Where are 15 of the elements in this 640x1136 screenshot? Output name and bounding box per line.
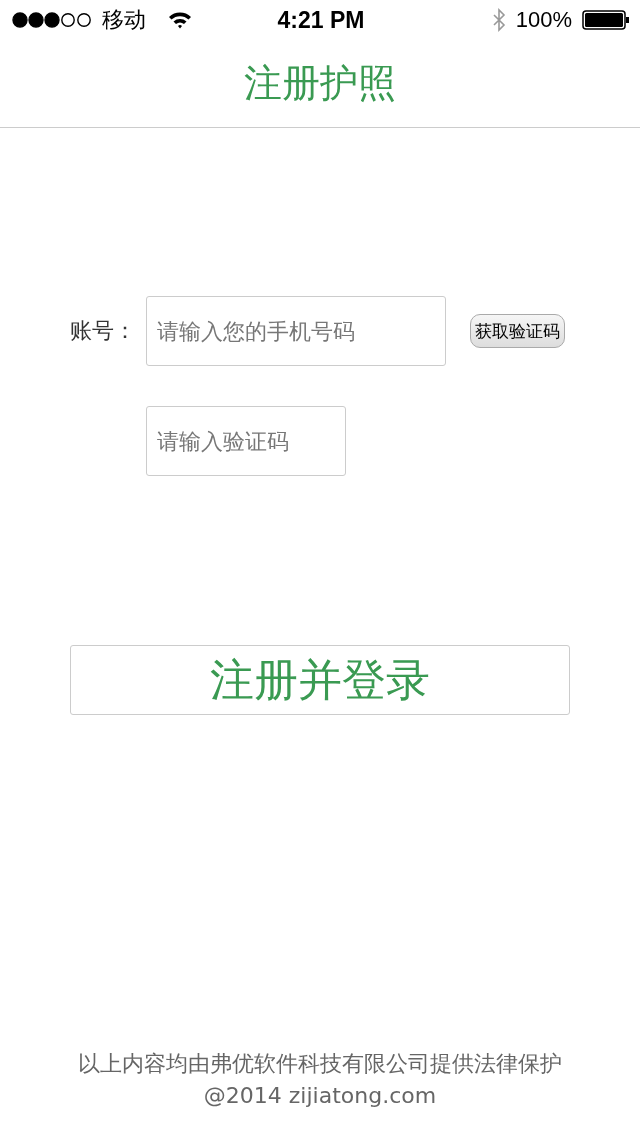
code-input-field[interactable]: 请输入验证码 bbox=[146, 406, 346, 476]
bluetooth-icon bbox=[491, 8, 506, 32]
wifi-icon bbox=[168, 11, 192, 29]
footer-text: 以上内容均由弗优软件科技有限公司提供法律保护 bbox=[78, 1050, 562, 1078]
get-code-button[interactable]: 获取验证码 bbox=[470, 314, 565, 348]
page-title: 注册护照 bbox=[244, 60, 396, 107]
signal-icon bbox=[12, 12, 92, 28]
battery-icon bbox=[582, 10, 630, 30]
carrier-name: 移动 bbox=[102, 6, 146, 34]
clock-time: 4:21 PM bbox=[277, 6, 365, 34]
battery-percent: 100% bbox=[515, 7, 572, 33]
register-login-button[interactable]: 注册并登录 bbox=[70, 645, 570, 715]
phone-input-field[interactable]: 请输入您的手机号码 bbox=[146, 296, 446, 366]
account-label: 账号： bbox=[70, 317, 137, 345]
footer-text: @2014 zijiatong.com bbox=[203, 1083, 437, 1108]
